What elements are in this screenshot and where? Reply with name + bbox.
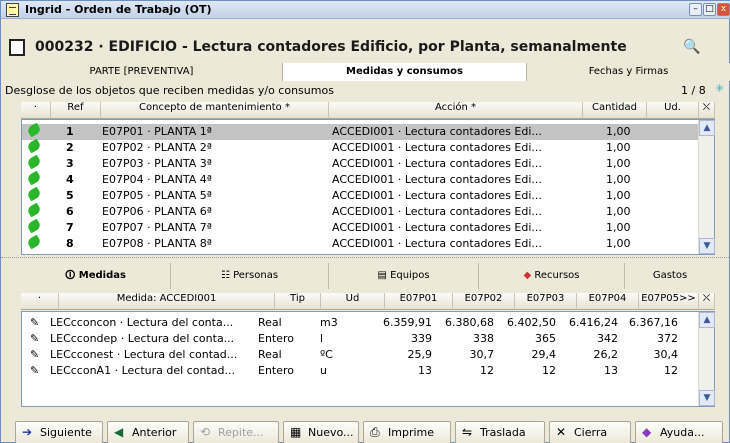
- col-e07p05-more[interactable]: E07P05>>: [639, 293, 699, 310]
- window-title: Ingrid - Orden de Trabajo (OT): [25, 3, 212, 16]
- anterior-button[interactable]: ◀ Anterior: [107, 421, 189, 443]
- repeat-icon: ⟲: [200, 425, 211, 439]
- column-settings-icon[interactable]: ⛌: [699, 102, 715, 119]
- section-header: Desglose de los objetos que reciben medi…: [1, 81, 730, 97]
- equipment-icon: ▤: [377, 270, 391, 281]
- list2-scrollbar[interactable]: ▲ ▼: [698, 312, 715, 406]
- col-concepto[interactable]: Concepto de mantenimiento *: [101, 102, 329, 119]
- transfer-icon: ⇋: [462, 425, 473, 439]
- measure-icon: ✎: [30, 316, 40, 329]
- col-accion[interactable]: Acción *: [329, 102, 583, 119]
- tab-fechas-firmas[interactable]: Fechas y Firmas: [527, 63, 730, 81]
- col-e07p02[interactable]: E07P02: [453, 293, 515, 310]
- tab-recursos[interactable]: ◆ Recursos: [479, 263, 625, 289]
- list1-header: · Ref Concepto de mantenimiento * Acción…: [21, 102, 715, 119]
- column-settings-icon[interactable]: ⛌: [699, 293, 715, 310]
- list-item[interactable]: 6 E07P06 · PLANTA 6ª ACCEDI001 · Lectura c…: [22, 202, 714, 220]
- tab-gastos[interactable]: Gastos: [625, 263, 715, 289]
- list-item[interactable]: 7 E07P07 · PLANTA 7ª ACCEDI001 · Lectura c…: [22, 218, 714, 236]
- col-dot[interactable]: ·: [21, 102, 51, 119]
- green-object-icon: [26, 234, 42, 250]
- help-icon: ◆: [642, 425, 652, 439]
- col-ud[interactable]: Ud: [321, 293, 385, 310]
- green-object-icon: [26, 186, 42, 202]
- list-item[interactable]: 4 E07P04 · PLANTA 4ª ACCEDI001 · Lectura c…: [22, 170, 714, 188]
- document-icon: [9, 39, 25, 56]
- green-object-icon: [26, 202, 42, 218]
- pager: 1 / 8: [681, 84, 706, 97]
- list1-scrollbar[interactable]: ▲ ▼: [698, 120, 715, 254]
- objects-list: 1 E07P01 · PLANTA 1ª ACCEDI001 · Lectura c…: [21, 119, 715, 255]
- main-window: Ingrid - Orden de Trabajo (OT) – □ x 000…: [0, 0, 730, 443]
- cierra-button[interactable]: ✕ Cierra: [549, 421, 631, 443]
- col-e07p03[interactable]: E07P03: [515, 293, 577, 310]
- list-item[interactable]: 1 E07P01 · PLANTA 1ª ACCEDI001 · Lectura c…: [22, 122, 714, 140]
- list-item[interactable]: 3 E07P03 · PLANTA 3ª ACCEDI001 · Lectura c…: [22, 154, 714, 172]
- col-tip[interactable]: Tip: [275, 293, 321, 310]
- section-title: Desglose de los objetos que reciben medi…: [5, 84, 334, 97]
- scroll-down-icon[interactable]: ▼: [699, 390, 715, 406]
- close-window-button[interactable]: x: [717, 3, 730, 16]
- list-item[interactable]: 5 E07P05 · PLANTA 5ª ACCEDI001 · Lectura c…: [22, 186, 714, 204]
- scroll-down-icon[interactable]: ▼: [699, 238, 715, 254]
- traslada-button[interactable]: ⇋ Traslada: [455, 421, 545, 443]
- list-item[interactable]: 8 E07P08 · PLANTA 8ª ACCEDI001 · Lectura c…: [22, 234, 714, 252]
- green-object-icon: [26, 122, 42, 138]
- col-e07p04[interactable]: E07P04: [577, 293, 639, 310]
- document-icon: [6, 3, 19, 17]
- printer-icon: ⎙: [370, 425, 380, 439]
- green-object-icon: [26, 154, 42, 170]
- col-ref[interactable]: Ref: [51, 102, 101, 119]
- measure-icon: 🛈: [65, 270, 79, 281]
- table-row[interactable]: ✎ LECcconA1 · Lectura del contad... Ente…: [22, 364, 700, 378]
- people-icon: ☷: [220, 270, 234, 281]
- resources-icon: ◆: [523, 270, 535, 281]
- ot-header: 000232 · EDIFICIO - Lectura contadores E…: [1, 19, 730, 63]
- measure-icon: ✎: [30, 348, 40, 361]
- table-row[interactable]: ✎ LECccondep · Lectura del conta... Ente…: [22, 332, 700, 346]
- binoculars-icon[interactable]: 🔍: [683, 39, 700, 55]
- col-cantidad[interactable]: Cantidad: [583, 102, 647, 119]
- scroll-up-icon[interactable]: ▲: [699, 312, 715, 328]
- col-ud[interactable]: Ud.: [647, 102, 699, 119]
- tab-medidas-consumos[interactable]: Medidas y consumos: [283, 63, 527, 81]
- page-title: 000232 · EDIFICIO - Lectura contadores E…: [35, 39, 627, 55]
- measures-list: ✎ LECcconcon · Lectura del conta... Real…: [21, 311, 715, 407]
- table-row[interactable]: ✎ LECcconcon · Lectura del conta... Real…: [22, 316, 700, 330]
- tab-personas[interactable]: ☷ Personas: [171, 263, 329, 289]
- green-object-icon: [26, 138, 42, 154]
- imprime-button[interactable]: ⎙ Imprime: [363, 421, 451, 443]
- maximize-button[interactable]: □: [703, 3, 716, 16]
- tab-medidas[interactable]: 🛈 Medidas: [21, 263, 171, 289]
- measure-icon: ✎: [30, 332, 40, 345]
- col-e07p01[interactable]: E07P01: [385, 293, 453, 310]
- scroll-up-icon[interactable]: ▲: [699, 120, 715, 136]
- list-item[interactable]: 2 E07P02 · PLANTA 2ª ACCEDI001 · Lectura c…: [22, 138, 714, 156]
- arrow-left-icon: ◀: [114, 425, 124, 439]
- green-object-icon: [26, 170, 42, 186]
- refresh-icon[interactable]: ✳: [715, 82, 724, 95]
- tab-equipos[interactable]: ▤ Equipos: [329, 263, 479, 289]
- tab-parte[interactable]: PARTE [PREVENTIVA]: [1, 63, 283, 81]
- ayuda-button[interactable]: ◆ Ayuda...: [635, 421, 723, 443]
- col-medida[interactable]: Medida: ACCEDI001: [59, 293, 275, 310]
- repite-button[interactable]: ⟲ Repite...: [193, 421, 279, 443]
- action-toolbar: ➔ Siguiente ◀ Anterior ⟲ Repite... ▦ Nuevo..…: [15, 421, 730, 443]
- minimize-button[interactable]: –: [689, 3, 702, 16]
- top-tabs: PARTE [PREVENTIVA] Medidas y consumos Fe…: [1, 63, 730, 81]
- list2-header: · Medida: ACCEDI001 Tip Ud E07P01 E07P02…: [21, 293, 715, 310]
- measure-icon: ✎: [30, 364, 40, 377]
- siguiente-button[interactable]: ➔ Siguiente: [15, 421, 103, 443]
- close-icon: ✕: [556, 425, 567, 439]
- table-row[interactable]: ✎ LECcconest · Lectura del contad... Rea…: [22, 348, 700, 362]
- arrow-right-icon: ➔: [22, 425, 33, 439]
- new-doc-icon: ▦: [290, 425, 302, 439]
- green-object-icon: [26, 218, 42, 234]
- nuevo-button[interactable]: ▦ Nuevo...: [283, 421, 359, 443]
- bottom-tabs: 🛈 Medidas ☷ Personas ▤ Equipos ◆ Recurso…: [21, 263, 715, 289]
- col-dot[interactable]: ·: [21, 293, 59, 310]
- title-bar: Ingrid - Orden de Trabajo (OT) – □ x: [1, 1, 730, 19]
